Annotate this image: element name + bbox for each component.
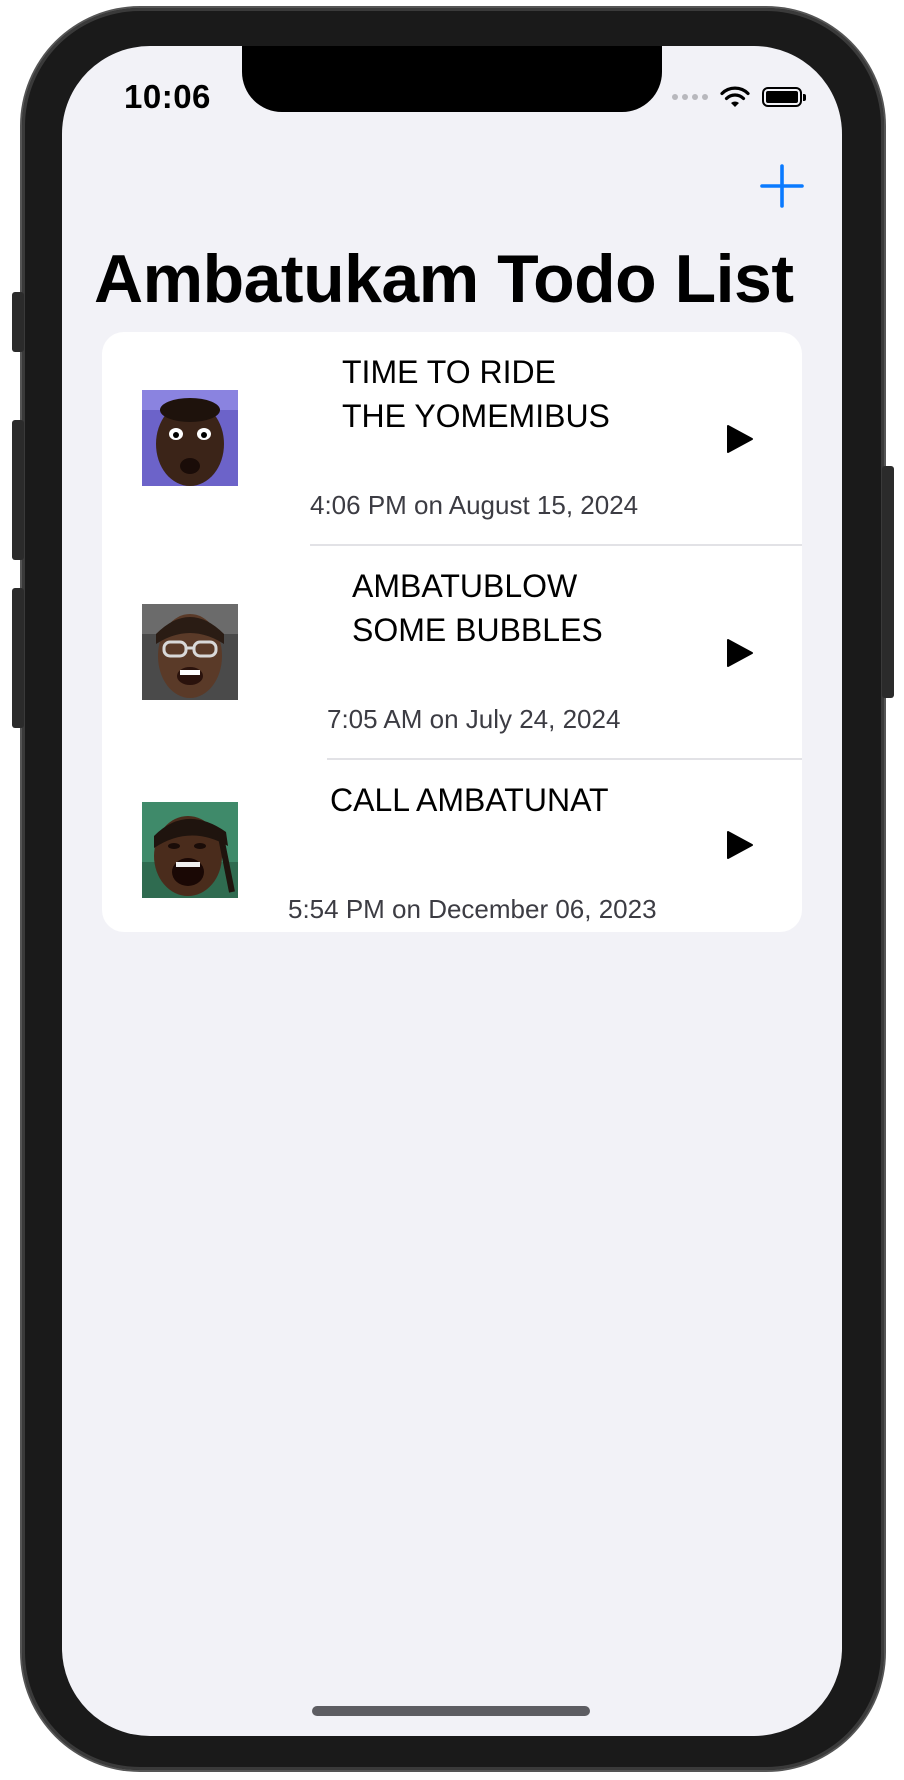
wifi-icon <box>720 86 750 107</box>
todo-title: CALL AMBATUNAT <box>330 782 609 818</box>
todo-title: TIME TO RIDE THE YOMEMIBUS <box>342 354 610 434</box>
notch <box>242 46 662 112</box>
play-icon <box>727 425 753 453</box>
add-todo-button[interactable] <box>758 162 806 210</box>
play-button[interactable] <box>722 636 756 670</box>
volume-down-button <box>12 588 24 728</box>
todo-timestamp: 4:06 PM on August 15, 2024 <box>310 490 639 520</box>
cellular-signal-icon <box>672 94 708 100</box>
todo-timestamp: 7:05 AM on July 24, 2024 <box>327 704 621 734</box>
page-title: Ambatukam Todo List <box>94 241 794 317</box>
plus-icon <box>760 164 804 208</box>
face-thumbnail <box>142 390 238 486</box>
face-thumbnail <box>142 604 238 700</box>
status-icons <box>672 82 806 112</box>
todo-row[interactable]: AMBATUBLOW SOME BUBBLES 7:05 AM on July … <box>102 546 802 760</box>
battery-icon <box>762 87 806 107</box>
silent-switch <box>12 292 24 352</box>
play-button[interactable] <box>722 828 756 862</box>
play-icon <box>727 639 753 667</box>
screen: 10:06 Ambatukam Todo List TIME TO RIDE T… <box>62 46 842 1736</box>
todo-timestamp: 5:54 PM on December 06, 2023 <box>288 894 657 924</box>
volume-up-button <box>12 420 24 560</box>
face-thumbnail <box>142 802 238 898</box>
todo-row[interactable]: TIME TO RIDE THE YOMEMIBUS 4:06 PM on Au… <box>102 332 802 546</box>
status-time: 10:06 <box>124 78 211 115</box>
play-icon <box>727 831 753 859</box>
todo-title: AMBATUBLOW SOME BUBBLES <box>352 568 603 648</box>
todo-list: TIME TO RIDE THE YOMEMIBUS 4:06 PM on Au… <box>102 332 802 932</box>
play-button[interactable] <box>722 422 756 456</box>
home-indicator[interactable] <box>312 1706 590 1716</box>
power-button <box>882 466 894 698</box>
todo-row[interactable]: CALL AMBATUNAT 5:54 PM on December 06, 2… <box>102 760 802 932</box>
